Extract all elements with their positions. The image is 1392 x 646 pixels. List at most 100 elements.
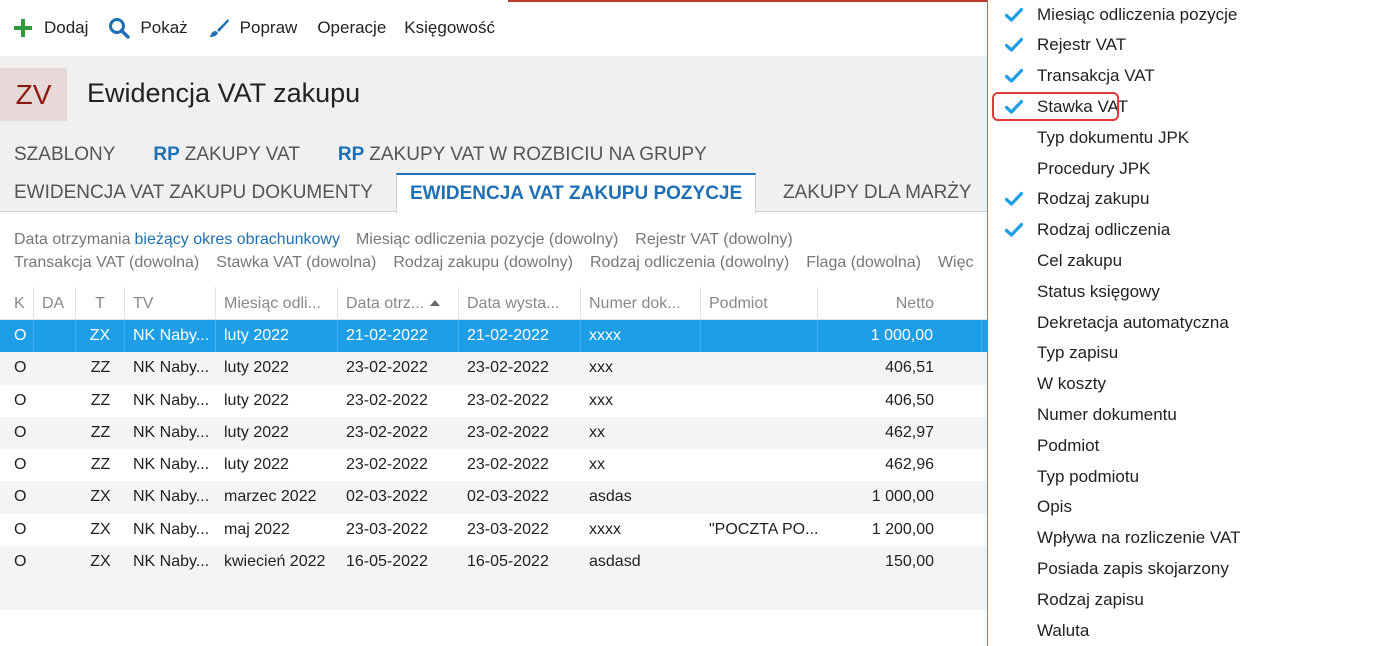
tab-margin-purchases[interactable]: ZAKUPY DLA MARŻY [783,182,972,204]
column-option[interactable]: Rodzaj zakupu [988,184,1392,214]
column-option-label: Status księgowy [1037,282,1160,301]
filter-vat-transaction[interactable]: Transakcja VAT (dowolna) [14,254,199,271]
cell-issue-date: 23-03-2022 [467,520,549,538]
col-header-k[interactable]: K [0,287,34,320]
cell-k: O [14,359,27,377]
page-header: ZV Ewidencja VAT zakupu [0,56,988,136]
checkbox-empty[interactable] [1003,158,1025,180]
checkmark-icon[interactable] [1003,65,1025,87]
column-option[interactable]: Cel zakupu [988,246,1392,276]
col-header-tv[interactable]: TV [125,287,216,320]
column-option[interactable]: Miesiąc odliczenia pozycje [988,0,1392,30]
column-option[interactable]: Waluta [988,616,1392,646]
col-header-document-number[interactable]: Numer dok... [581,287,701,320]
filter-vat-rate[interactable]: Stawka VAT (dowolna) [216,254,376,271]
checkbox-empty[interactable] [1003,312,1025,334]
table-row[interactable]: O ZZ NK Naby... luty 2022 23-02-2022 23-02-20… [0,352,988,385]
column-option[interactable]: Posiada zapis skojarzony [988,554,1392,584]
tab-rp-purchases-vat-groups[interactable]: RP ZAKUPY VAT W ROZBICIU NA GRUPY [338,144,707,166]
table-row[interactable]: O ZX NK Naby... kwiecień 2022 16-05-2022 16-0… [0,546,988,579]
checkmark-icon[interactable] [1003,34,1025,56]
search-icon [108,17,131,39]
checkbox-empty[interactable] [1003,250,1025,272]
column-option[interactable]: Rejestr VAT [988,30,1392,60]
checkbox-empty[interactable] [1003,127,1025,149]
column-option[interactable]: Typ dokumentu JPK [988,123,1392,153]
filter-purchase-type[interactable]: Rodzaj zakupu (dowolny) [393,254,573,271]
col-header-deduction-month[interactable]: Miesiąc odli... [216,287,338,320]
checkbox-empty[interactable] [1003,435,1025,457]
column-option[interactable]: Transakcja VAT [988,61,1392,91]
cell-deduction-month: maj 2022 [224,520,290,538]
cell-da [34,385,76,417]
column-option[interactable]: Rodzaj zapisu [988,585,1392,615]
cell-k: O [0,320,34,353]
cell-da [34,417,76,449]
table-row[interactable]: O ZZ NK Naby... luty 2022 23-02-2022 23-02-20… [0,385,988,417]
col-header-receipt-date[interactable]: Data otrz... [338,287,459,320]
column-option[interactable]: Numer dokumentu [988,400,1392,430]
column-option-label: Procedury JPK [1037,159,1151,178]
filter-flag[interactable]: Flaga (dowolna) [806,254,921,271]
cell-document-number: xxx [589,391,613,409]
checkbox-empty[interactable] [1003,620,1025,642]
add-button[interactable]: Dodaj [12,12,88,44]
column-option[interactable]: Opis [988,492,1392,522]
cell-contractor [701,320,818,353]
col-header-label: Data otrz... [346,295,425,312]
column-option[interactable]: Dekretacja automatyczna [988,308,1392,338]
cell-k: O [14,553,27,571]
filter-receipt-date[interactable]: bieżący okres obrachunkowy [135,231,340,248]
show-button[interactable]: Pokaż [108,12,188,44]
filter-more[interactable]: Więc [938,254,974,271]
checkbox-empty[interactable] [1003,466,1025,488]
table-row[interactable]: O ZX NK Naby... maj 2022 23-03-2022 23-03-202… [0,514,988,546]
checkbox-empty[interactable] [1003,527,1025,549]
cell-document-number: xxxx [589,520,621,538]
column-option-label: Posiada zapis skojarzony [1037,559,1229,578]
checkmark-icon[interactable] [1003,4,1025,26]
checkbox-empty[interactable] [1003,404,1025,426]
cell-document-number: xxxx [581,320,701,353]
tab-rp-purchases-vat[interactable]: RP ZAKUPY VAT [153,144,300,166]
table-row[interactable]: O ZZ NK Naby... luty 2022 23-02-2022 23-02-20… [0,449,988,481]
cell-document-number: xxx [589,359,613,377]
operations-menu[interactable]: Operacje [317,12,386,44]
column-option[interactable]: Wpływa na rozliczenie VAT [988,523,1392,553]
filter-vat-register[interactable]: Rejestr VAT (dowolny) [635,231,792,248]
checkmark-icon[interactable] [1003,188,1025,210]
col-header-t[interactable]: T [76,287,125,320]
table-row[interactable]: O ZX NK Naby... marzec 2022 02-03-2022 02-03-… [0,481,988,514]
col-header-issue-date[interactable]: Data wysta... [459,287,581,320]
grid-header: K DA T TV Miesiąc odli... Data otrz... D… [0,287,988,320]
checkbox-empty[interactable] [1003,589,1025,611]
col-header-contractor[interactable]: Podmiot [701,287,818,320]
filter-deduction-month[interactable]: Miesiąc odliczenia pozycje (dowolny) [356,231,618,248]
column-option[interactable]: Rodzaj odliczenia [988,215,1392,245]
checkbox-empty[interactable] [1003,281,1025,303]
checkbox-empty[interactable] [1003,373,1025,395]
checkbox-empty[interactable] [1003,496,1025,518]
tab-vat-positions[interactable]: EWIDENCJA VAT ZAKUPU POZYCJE [396,173,757,213]
edit-button[interactable]: Popraw [208,12,297,44]
table-row[interactable]: O ZZ NK Naby... luty 2022 23-02-2022 23-02-20… [0,416,988,450]
cell-document-number: xx [589,456,605,474]
cell-k: O [14,520,27,538]
tab-templates[interactable]: SZABLONY [14,144,115,166]
report-prefix: RP [153,144,180,165]
accounting-menu[interactable]: Księgowość [404,12,495,44]
col-header-net[interactable]: Netto [818,287,982,320]
column-option[interactable]: Procedury JPK [988,154,1392,184]
tab-vat-documents[interactable]: EWIDENCJA VAT ZAKUPU DOKUMENTY [14,182,373,204]
column-option[interactable]: Podmiot [988,431,1392,461]
table-row[interactable]: O ZX NK Naby... luty 2022 21-02-2022 21-02-20… [0,320,988,353]
column-option[interactable]: W koszty [988,369,1392,399]
column-option[interactable]: Typ podmiotu [988,462,1392,492]
checkbox-empty[interactable] [1003,558,1025,580]
checkmark-icon[interactable] [1003,219,1025,241]
column-option[interactable]: Typ zapisu [988,338,1392,368]
filter-deduction-type[interactable]: Rodzaj odliczenia (dowolny) [590,254,789,271]
col-header-da[interactable]: DA [34,287,76,320]
column-option[interactable]: Status księgowy [988,277,1392,307]
checkbox-empty[interactable] [1003,342,1025,364]
